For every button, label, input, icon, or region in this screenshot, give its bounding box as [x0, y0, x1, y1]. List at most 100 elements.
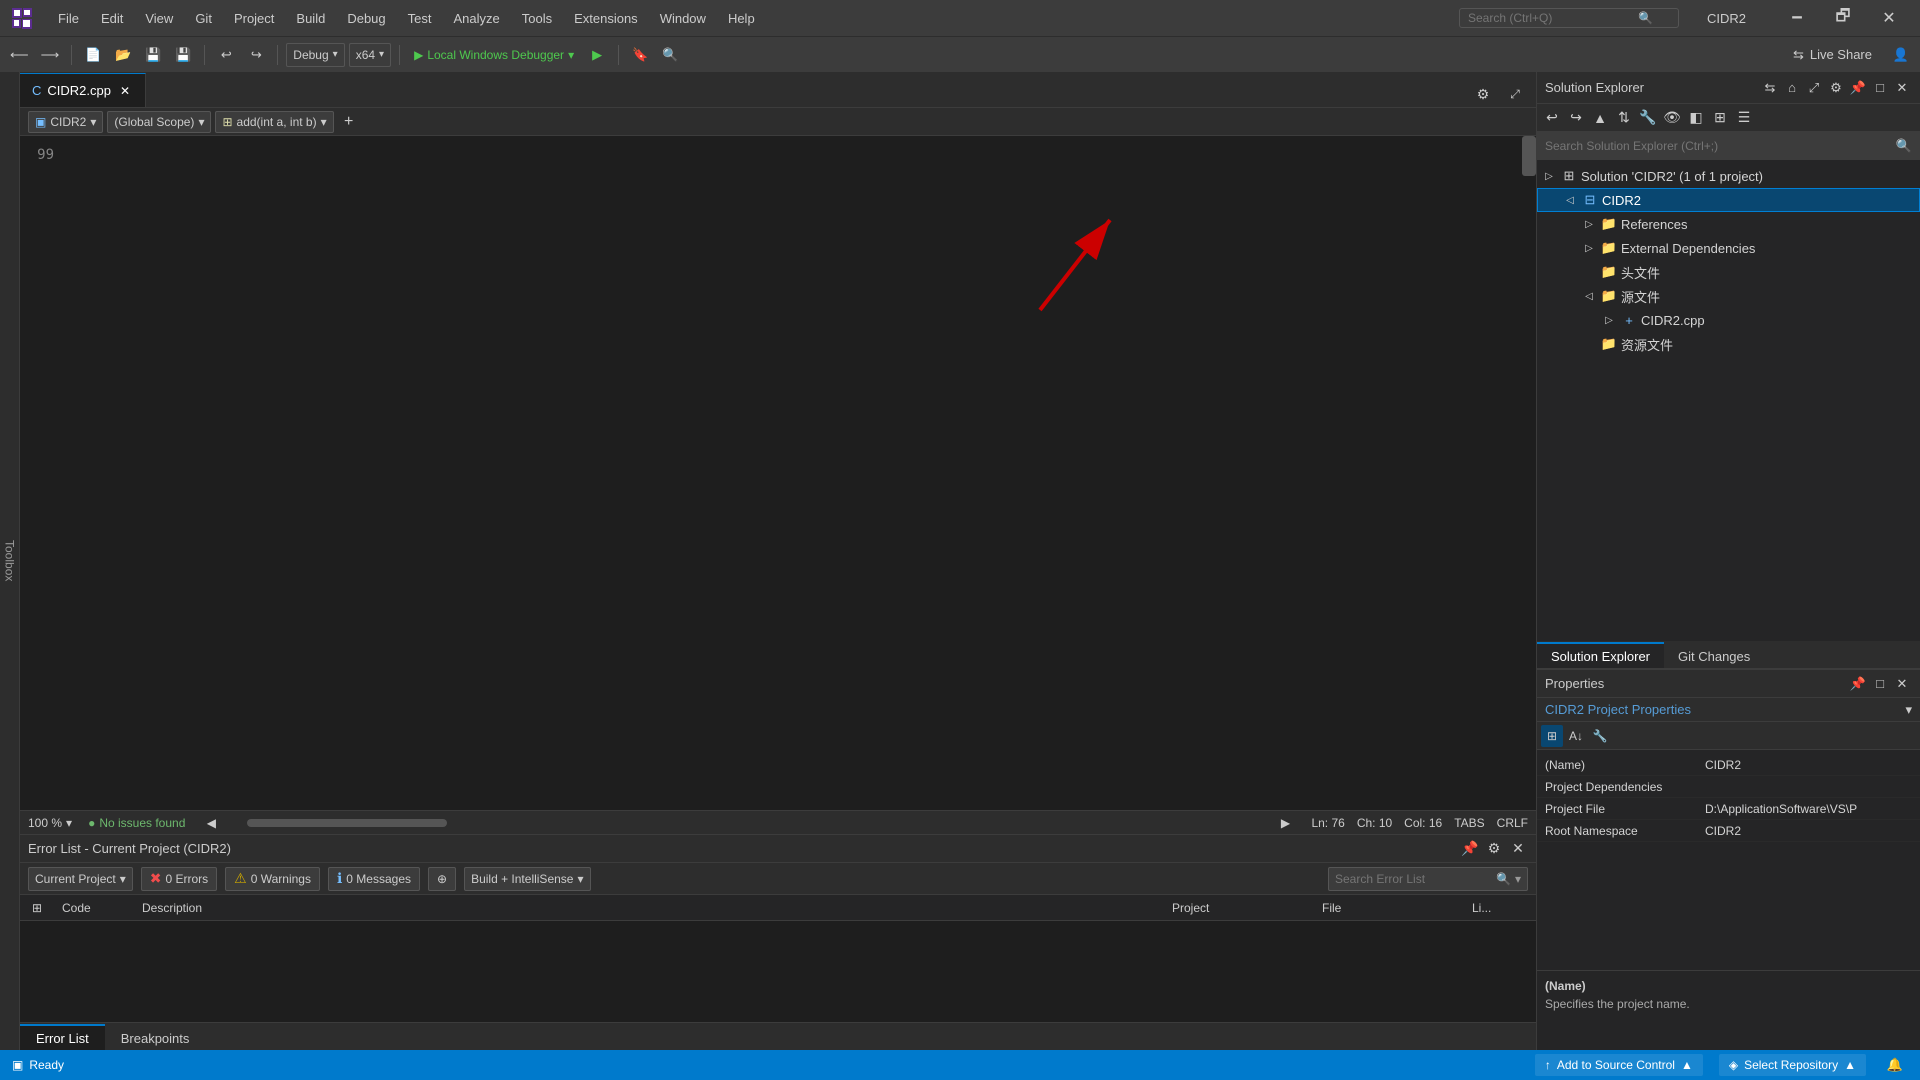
props-wrench-btn[interactable]: 🔧 [1589, 725, 1611, 747]
account-button[interactable]: 👤 [1888, 42, 1914, 68]
errors-toggle-button[interactable]: ✖ 0 Errors [141, 867, 217, 891]
global-search-box[interactable]: 🔍 [1459, 8, 1679, 28]
tab-maximize-btn[interactable]: ⤢ [1502, 81, 1528, 107]
redo-button[interactable]: ↪ [243, 42, 269, 68]
debug-config-dropdown[interactable]: Debug ▾ [286, 43, 344, 67]
menu-analyze[interactable]: Analyze [443, 7, 509, 30]
tree-project-cidr2[interactable]: ◁ ⊟ CIDR2 [1537, 188, 1920, 212]
props-categorized-btn[interactable]: ⊞ [1541, 725, 1563, 747]
live-share-button[interactable]: ⇆ Live Share [1781, 43, 1884, 67]
menu-build[interactable]: Build [286, 7, 335, 30]
props-alpha-btn[interactable]: Α↓ [1565, 725, 1587, 747]
menu-edit[interactable]: Edit [91, 7, 133, 30]
bookmark-button[interactable]: 🔖 [627, 42, 653, 68]
cursor-crlf[interactable]: CRLF [1497, 816, 1528, 830]
menu-extensions[interactable]: Extensions [564, 7, 648, 30]
function-dropdown[interactable]: ⊞ add(int a, int b) ▾ [215, 111, 333, 133]
props-close-btn[interactable]: ✕ [1892, 674, 1912, 694]
find-button[interactable]: 🔍 [657, 42, 683, 68]
tree-external-deps[interactable]: ▷ 📁 External Dependencies [1537, 236, 1920, 260]
global-scope-dropdown[interactable]: (Global Scope) ▾ [107, 111, 211, 133]
global-search-input[interactable] [1468, 11, 1638, 25]
col-desc-header[interactable]: Description [138, 901, 1168, 915]
build-filter-dropdown[interactable]: Build + IntelliSense ▾ [464, 867, 590, 891]
col-line-header[interactable]: Li... [1468, 901, 1528, 915]
horizontal-scrollbar[interactable] [237, 817, 1259, 829]
menu-debug[interactable]: Debug [337, 7, 395, 30]
se-home-btn[interactable]: ⌂ [1782, 78, 1802, 98]
se-show-all-btn[interactable]: 👁 [1661, 107, 1683, 129]
tree-headers[interactable]: 📁 头文件 [1537, 260, 1920, 284]
undo-button[interactable]: ↩ [213, 42, 239, 68]
close-button[interactable]: ✕ [1866, 0, 1912, 36]
start-debug-button[interactable]: ▶ Local Windows Debugger ▾ [408, 43, 580, 67]
menu-file[interactable]: File [48, 7, 89, 30]
se-maximize-btn[interactable]: □ [1870, 78, 1890, 98]
menu-view[interactable]: View [135, 7, 183, 30]
se-props-btn[interactable]: 🔧 [1637, 107, 1659, 129]
project-filter-dropdown[interactable]: Current Project ▾ [28, 867, 133, 891]
se-tab-git-changes[interactable]: Git Changes [1664, 642, 1764, 668]
se-search-input[interactable] [1545, 139, 1892, 153]
menu-window[interactable]: Window [650, 7, 716, 30]
menu-git[interactable]: Git [185, 7, 222, 30]
code-editor[interactable]: 99 [20, 136, 1536, 810]
se-pin-btn[interactable]: 📌 [1848, 78, 1868, 98]
se-up-btn[interactable]: ▲ [1589, 107, 1611, 129]
warnings-toggle-button[interactable]: ⚠ 0 Warnings [225, 867, 320, 891]
se-expand-btn[interactable]: ⤢ [1804, 78, 1824, 98]
new-file-button[interactable]: 📄 [80, 42, 106, 68]
zoom-level[interactable]: 100 % ▾ [28, 816, 72, 830]
toolbox-panel[interactable]: Toolbox [0, 72, 20, 1050]
se-view-btn[interactable]: ⊞ [1709, 107, 1731, 129]
col-sort[interactable]: ⊞ [28, 901, 58, 915]
run-without-debug-button[interactable]: ▶ [584, 42, 610, 68]
se-back-btn[interactable]: ↩ [1541, 107, 1563, 129]
tree-cidr2cpp[interactable]: ▷ + CIDR2.cpp [1537, 308, 1920, 332]
props-maximize-btn[interactable]: □ [1870, 674, 1890, 694]
search-options-btn[interactable]: ▾ [1515, 872, 1521, 886]
save-button[interactable]: 💾 [140, 42, 166, 68]
forward-button[interactable]: ⟶ [37, 42, 64, 68]
tree-solution[interactable]: ▷ ⊞ Solution 'CIDR2' (1 of 1 project) [1537, 164, 1920, 188]
error-search-input[interactable] [1335, 872, 1492, 886]
props-val-file[interactable]: D:\ApplicationSoftware\VS\P [1705, 802, 1912, 816]
editor-tab-cidr2cpp[interactable]: C CIDR2.cpp ✕ [20, 73, 146, 107]
tab-settings-btn[interactable]: ⚙ [1470, 81, 1496, 107]
se-settings-btn[interactable]: ⚙ [1826, 78, 1846, 98]
se-search-bar[interactable]: 🔍 [1537, 132, 1920, 160]
se-tab-solution-explorer[interactable]: Solution Explorer [1537, 642, 1664, 668]
se-collapse-btn[interactable]: ◧ [1685, 107, 1707, 129]
error-list-search[interactable]: 🔍 ▾ [1328, 867, 1528, 891]
tree-references[interactable]: ▷ 📁 References [1537, 212, 1920, 236]
se-close-btn[interactable]: ✕ [1892, 78, 1912, 98]
tab-close-button[interactable]: ✕ [117, 83, 133, 99]
messages-toggle-button[interactable]: ℹ 0 Messages [328, 867, 420, 891]
se-sync-btn[interactable]: ⇆ [1760, 78, 1780, 98]
se-sync-tree-btn[interactable]: ⇅ [1613, 107, 1635, 129]
nav-add-button[interactable]: + [338, 111, 360, 133]
open-file-button[interactable]: 📂 [110, 42, 136, 68]
close-panel-button[interactable]: ✕ [1508, 839, 1528, 859]
tree-source[interactable]: ◁ 📁 源文件 [1537, 284, 1920, 308]
col-file-header[interactable]: File [1318, 901, 1468, 915]
props-pin-btn[interactable]: 📌 [1848, 674, 1868, 694]
menu-test[interactable]: Test [398, 7, 442, 30]
notifications-button[interactable]: 🔔 [1882, 1052, 1908, 1078]
pin-panel-button[interactable]: 📌 [1460, 839, 1480, 859]
add-to-source-control-button[interactable]: ↑ Add to Source Control ▲ [1535, 1054, 1703, 1076]
minimize-button[interactable]: 🗕 [1774, 0, 1820, 36]
code-analysis-button[interactable]: ⊕ [428, 867, 456, 891]
menu-project[interactable]: Project [224, 7, 284, 30]
project-scope-dropdown[interactable]: ▣ CIDR2 ▾ [28, 111, 103, 133]
se-filter-btn[interactable]: ☰ [1733, 107, 1755, 129]
scroll-left-btn[interactable]: ◀ [201, 816, 221, 830]
no-issues-status[interactable]: ● No issues found [88, 816, 185, 830]
save-all-button[interactable]: 💾 [170, 42, 196, 68]
props-val-ns[interactable]: CIDR2 [1705, 824, 1912, 838]
col-code-header[interactable]: Code [58, 901, 138, 915]
select-repository-button[interactable]: ◈ Select Repository ▲ [1719, 1054, 1866, 1076]
maximize-button[interactable]: 🗗 [1820, 0, 1866, 36]
props-subtitle-arrow[interactable]: ▾ [1905, 702, 1912, 718]
back-button[interactable]: ⟵ [6, 42, 33, 68]
